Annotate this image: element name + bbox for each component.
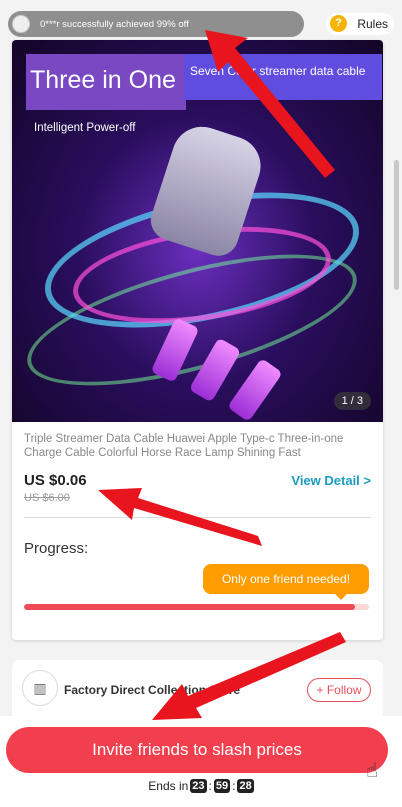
follow-button[interactable]: + Follow xyxy=(307,678,371,702)
user-avatar xyxy=(12,15,30,33)
divider xyxy=(24,517,371,518)
product-image[interactable]: Three in One Seven Color streamer data c… xyxy=(12,40,383,422)
view-detail-link[interactable]: View Detail > xyxy=(291,473,371,488)
store-name[interactable]: Factory Direct Collection Store xyxy=(64,683,240,697)
product-title: Triple Streamer Data Cable Huawei Apple … xyxy=(24,433,344,459)
invite-friends-button[interactable]: Invite friends to slash prices xyxy=(6,727,388,773)
rules-label: Rules xyxy=(357,17,388,31)
achievement-notice: 0***r successfully achieved 99% off xyxy=(8,11,304,37)
countdown-seconds: 28 xyxy=(237,779,254,793)
product-card: Three in One Seven Color streamer data c… xyxy=(12,40,383,640)
progress-bar xyxy=(24,604,369,610)
progress-fill xyxy=(24,604,356,610)
image-subtitle: Seven Color streamer data cable xyxy=(184,54,382,100)
progress-tooltip: Only one friend needed! xyxy=(203,564,369,600)
top-bar: 0***r successfully achieved 99% off ? Ru… xyxy=(8,10,394,38)
image-caption: Intelligent Power-off xyxy=(34,122,136,134)
scrollbar[interactable] xyxy=(394,40,400,700)
question-icon: ? xyxy=(330,15,347,32)
store-card: ▥ Factory Direct Collection Store + Foll… xyxy=(12,660,383,720)
countdown-hours: 23 xyxy=(190,779,207,793)
image-counter: 1 / 3 xyxy=(333,392,371,410)
countdown-minutes: 59 xyxy=(213,779,231,793)
current-price: US $0.06 xyxy=(24,472,87,489)
countdown-prefix: Ends in xyxy=(148,779,189,793)
hand-cursor-icon: ☝ xyxy=(366,760,379,782)
scrollbar-thumb[interactable] xyxy=(394,160,399,290)
progress-label: Progress: xyxy=(24,540,89,557)
original-price: US $6.00 xyxy=(24,492,70,504)
cable-plug xyxy=(227,357,283,422)
image-title: Three in One xyxy=(26,54,186,110)
rules-button[interactable]: ? Rules xyxy=(326,13,394,35)
notice-text: 0***r successfully achieved 99% off xyxy=(40,18,189,30)
store-icon: ▥ xyxy=(22,670,58,706)
countdown: Ends in 23: 59: 28 xyxy=(148,779,254,793)
